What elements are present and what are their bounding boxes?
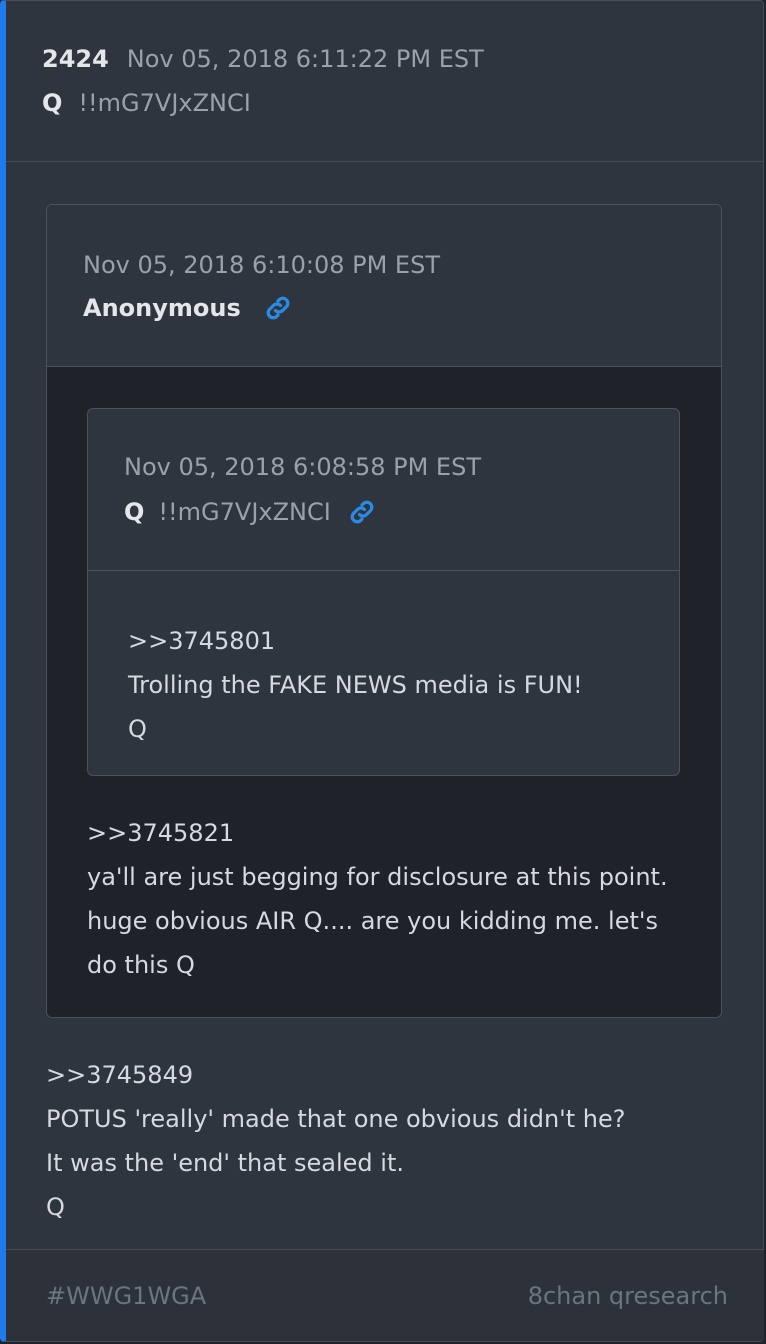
inner-quoted-post-timestamp: Nov 05, 2018 6:08:58 PM EST: [124, 453, 481, 481]
reply-link[interactable]: >>3745801: [128, 619, 679, 663]
post-card: 2424 Nov 05, 2018 6:11:22 PM EST Q !!mG7…: [0, 0, 764, 1342]
post-tripcode: !!mG7VJxZNCI: [78, 89, 251, 117]
link-icon[interactable]: [263, 293, 293, 323]
quoted-post-body: >>3745821 ya'll are just begging for dis…: [87, 811, 687, 987]
inner-quoted-post-author: Q: [124, 498, 145, 526]
body-line: Trolling the FAKE NEWS media is FUN!: [128, 671, 583, 699]
inner-quoted-post-tripcode: !!mG7VJxZNCI: [158, 498, 331, 526]
post-body: >>3745849 POTUS 'really' made that one o…: [46, 1053, 736, 1229]
post-footer: #WWG1WGA 8chan qresearch: [6, 1249, 764, 1341]
post-number: 2424: [42, 45, 109, 73]
body-line: do this Q: [87, 951, 195, 979]
inner-quoted-post-body: >>3745801 Trolling the FAKE NEWS media i…: [88, 571, 679, 751]
body-line: It was the 'end' that sealed it.: [46, 1149, 404, 1177]
quoted-post-header: Nov 05, 2018 6:10:08 PM EST Anonymous: [47, 205, 721, 367]
body-line: Q: [128, 715, 147, 743]
reply-link[interactable]: >>3745849: [46, 1053, 736, 1097]
body-line: Q: [46, 1193, 65, 1221]
quoted-post-inner: Nov 05, 2018 6:08:58 PM EST Q !!mG7VJxZN…: [87, 408, 680, 776]
post-timestamp: Nov 05, 2018 6:11:22 PM EST: [126, 45, 484, 73]
post-author: Q: [42, 89, 63, 117]
inner-quoted-post-header: Nov 05, 2018 6:08:58 PM EST Q !!mG7VJxZN…: [88, 409, 679, 571]
reply-link[interactable]: >>3745821: [87, 811, 687, 855]
post-header: 2424 Nov 05, 2018 6:11:22 PM EST Q !!mG7…: [6, 1, 763, 162]
body-line: POTUS 'really' made that one obvious did…: [46, 1105, 626, 1133]
quoted-post-outer: Nov 05, 2018 6:10:08 PM EST Anonymous No…: [46, 204, 722, 1018]
quoted-post-timestamp: Nov 05, 2018 6:10:08 PM EST: [83, 251, 440, 279]
quoted-post-author: Anonymous: [83, 294, 241, 322]
link-icon[interactable]: [347, 497, 377, 527]
source-label: 8chan qresearch: [527, 1281, 728, 1310]
body-line: ya'll are just begging for disclosure at…: [87, 863, 668, 891]
hashtag[interactable]: #WWG1WGA: [46, 1282, 206, 1310]
body-line: huge obvious AIR Q.... are you kidding m…: [87, 907, 658, 935]
